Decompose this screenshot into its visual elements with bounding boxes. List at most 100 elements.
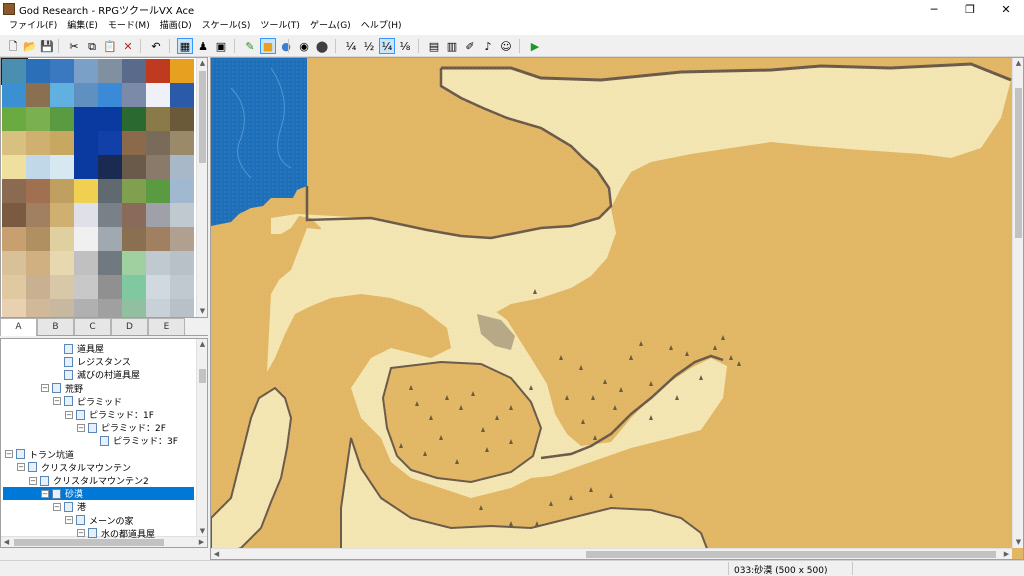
tile-swatch[interactable] (170, 179, 194, 203)
collapse-icon[interactable]: − (53, 502, 61, 511)
tile-swatch[interactable] (122, 275, 146, 299)
tile-swatch[interactable] (50, 59, 74, 83)
restore-button[interactable]: ❐ (954, 0, 986, 18)
tile-swatch[interactable] (146, 203, 170, 227)
map-vscrollbar[interactable]: ▲ ▼ (1012, 58, 1023, 548)
scroll-up-icon[interactable]: ▲ (197, 58, 207, 69)
tile-swatch[interactable] (26, 131, 50, 155)
tile-swatch[interactable] (2, 227, 26, 251)
tree-item[interactable]: − クリスタルマウンテン (17, 461, 131, 474)
tile-swatch[interactable] (146, 155, 170, 179)
map-canvas[interactable] (211, 58, 1023, 559)
database-icon[interactable]: ▤ (426, 38, 442, 54)
scroll-thumb[interactable] (1015, 88, 1022, 238)
tree-item[interactable]: − 港 (53, 500, 86, 513)
tile-swatch[interactable] (74, 107, 98, 131)
tile-swatch[interactable] (170, 275, 194, 299)
collapse-icon[interactable]: − (5, 450, 13, 459)
map-mode-icon[interactable]: ▦ (177, 38, 193, 54)
tile-swatch[interactable] (26, 59, 50, 83)
tile-swatch[interactable] (50, 107, 74, 131)
pencil-icon[interactable]: ✎ (242, 38, 258, 54)
scroll-thumb[interactable] (586, 551, 996, 558)
tile-swatch[interactable] (146, 227, 170, 251)
tab-b[interactable]: B (37, 318, 74, 335)
map-editor[interactable]: ▲ ▼ ◀ ▶ (210, 57, 1024, 560)
event-mode-icon[interactable]: ♟ (195, 38, 211, 54)
tile-swatch[interactable] (26, 275, 50, 299)
selected-tile[interactable] (1, 58, 28, 85)
tile-swatch[interactable] (98, 83, 122, 107)
scale-1-8-icon[interactable]: ⅛ (397, 38, 413, 54)
menu-file[interactable]: ファイル(F) (4, 18, 62, 35)
tile-swatch[interactable] (26, 179, 50, 203)
tree-item[interactable]: レジスタンス (53, 355, 131, 368)
delete-icon[interactable]: ✕ (120, 38, 136, 54)
tile-swatch[interactable] (74, 131, 98, 155)
tile-swatch[interactable] (26, 203, 50, 227)
open-project-icon[interactable]: 📂 (22, 38, 38, 54)
save-project-icon[interactable]: 💾 (39, 38, 55, 54)
scale-1-2-icon[interactable]: ½ (361, 38, 377, 54)
tile-swatch[interactable] (26, 107, 50, 131)
scale-1-1-icon[interactable]: ¼ (343, 38, 359, 54)
tile-swatch[interactable] (98, 275, 122, 299)
tile-swatch[interactable] (26, 155, 50, 179)
tile-swatch[interactable] (50, 227, 74, 251)
tile-swatch[interactable] (50, 131, 74, 155)
ellipse-icon[interactable]: ● (278, 38, 294, 54)
tab-a[interactable]: A (0, 318, 37, 336)
tile-swatch[interactable] (2, 179, 26, 203)
scroll-thumb[interactable] (199, 71, 206, 163)
shadow-pen-icon[interactable]: ⬤ (314, 38, 330, 54)
collapse-icon[interactable]: − (77, 423, 85, 432)
tile-swatch[interactable] (26, 251, 50, 275)
tile-swatch[interactable] (146, 83, 170, 107)
sound-test-icon[interactable]: ♪ (480, 38, 496, 54)
tile-swatch[interactable] (170, 299, 194, 317)
rectangle-icon[interactable]: ■ (260, 38, 276, 54)
tree-scrollbar[interactable]: ▲ ▼ (196, 339, 207, 537)
tile-swatch[interactable] (146, 251, 170, 275)
tile-swatch[interactable] (2, 107, 26, 131)
tile-swatch[interactable] (2, 203, 26, 227)
tile-swatch[interactable] (98, 155, 122, 179)
tile-swatch[interactable] (122, 59, 146, 83)
minimize-button[interactable]: ─ (918, 0, 950, 18)
tile-swatch[interactable] (122, 251, 146, 275)
tile-swatch[interactable] (98, 179, 122, 203)
tile-swatch[interactable] (74, 179, 98, 203)
tile-swatch[interactable] (50, 179, 74, 203)
tile-swatch[interactable] (146, 299, 170, 317)
tree-item[interactable]: 道具屋 (53, 342, 104, 355)
tile-swatch[interactable] (122, 227, 146, 251)
tile-swatch[interactable] (170, 203, 194, 227)
tile-swatch[interactable] (170, 107, 194, 131)
tileset-grid[interactable] (1, 58, 196, 317)
collapse-icon[interactable]: − (17, 463, 25, 472)
collapse-icon[interactable]: − (29, 476, 37, 485)
tile-swatch[interactable] (74, 227, 98, 251)
tileset-scrollbar[interactable]: ▲ ▼ (196, 58, 207, 317)
close-button[interactable]: ✕ (990, 0, 1022, 18)
menu-scale[interactable]: スケール(S) (197, 18, 256, 35)
tile-swatch[interactable] (26, 227, 50, 251)
tile-swatch[interactable] (170, 59, 194, 83)
tile-swatch[interactable] (74, 251, 98, 275)
tile-swatch[interactable] (170, 131, 194, 155)
copy-icon[interactable]: ⧉ (84, 38, 100, 54)
tile-swatch[interactable] (98, 131, 122, 155)
tree-item[interactable]: − クリスタルマウンテン2 (29, 474, 149, 487)
script-editor-icon[interactable]: ✐ (462, 38, 478, 54)
tile-swatch[interactable] (50, 299, 74, 317)
scroll-thumb[interactable] (199, 369, 206, 383)
tile-swatch[interactable] (74, 203, 98, 227)
tile-swatch[interactable] (122, 203, 146, 227)
tile-swatch[interactable] (170, 227, 194, 251)
tile-swatch[interactable] (170, 251, 194, 275)
tile-swatch[interactable] (74, 155, 98, 179)
tile-swatch[interactable] (50, 275, 74, 299)
scroll-right-icon[interactable]: ▶ (196, 537, 207, 547)
map-hscrollbar[interactable]: ◀ ▶ (211, 548, 1012, 559)
collapse-icon[interactable]: − (65, 516, 73, 525)
